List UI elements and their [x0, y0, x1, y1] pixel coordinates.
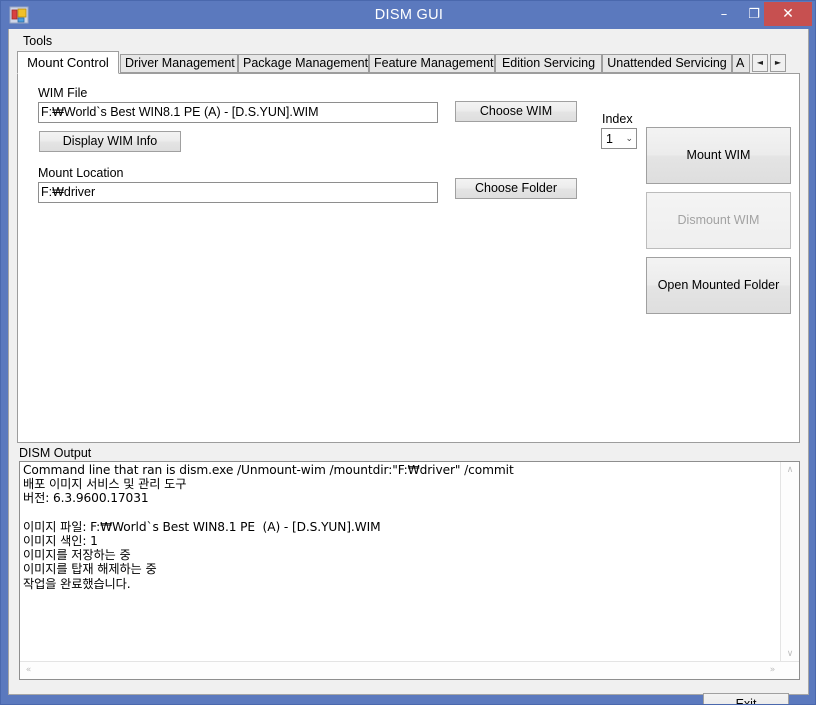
tab-edition-servicing[interactable]: Edition Servicing: [495, 54, 602, 73]
tab-package-management[interactable]: Package Management: [238, 54, 369, 73]
open-mounted-folder-button[interactable]: Open Mounted Folder: [646, 257, 791, 314]
chevron-right-icon: ►: [774, 58, 782, 67]
chevron-left-icon: ◄: [756, 58, 764, 67]
output-horizontal-scrollbar[interactable]: « »: [20, 661, 799, 679]
close-icon: ✕: [782, 6, 794, 22]
scroll-up-icon[interactable]: ∧: [781, 462, 799, 479]
tab-mount-control[interactable]: Mount Control: [17, 51, 119, 74]
mount-wim-button[interactable]: Mount WIM: [646, 127, 791, 184]
tab-scroll-left-button[interactable]: ◄: [752, 54, 768, 72]
tab-driver-management[interactable]: Driver Management: [120, 54, 238, 73]
dism-gui-window: DISM GUI – ❐ ✕ Tools Mount Control Drive…: [0, 0, 816, 705]
scroll-right-icon[interactable]: »: [764, 662, 781, 679]
minimize-icon: –: [720, 7, 728, 22]
index-select[interactable]: 1 ⌄: [601, 128, 637, 149]
choose-folder-button[interactable]: Choose Folder: [455, 178, 577, 199]
display-wim-info-button[interactable]: Display WIM Info: [39, 131, 181, 152]
tab-feature-management[interactable]: Feature Management: [369, 54, 495, 73]
close-button[interactable]: ✕: [764, 2, 812, 26]
menu-bar: Tools: [9, 29, 808, 51]
dism-output-label: DISM Output: [19, 446, 92, 460]
output-vertical-scrollbar[interactable]: ∧ ∨: [780, 462, 799, 663]
wim-file-input[interactable]: F:₩World`s Best WIN8.1 PE (A) - [D.S.YUN…: [38, 102, 438, 123]
index-selected-value: 1: [606, 132, 613, 146]
exit-button[interactable]: Exit: [703, 693, 789, 704]
tab-scroll-right-button[interactable]: ►: [770, 54, 786, 72]
tab-strip: Mount Control Driver Management Package …: [17, 51, 800, 74]
chevron-down-icon: ⌄: [625, 134, 633, 144]
dismount-wim-button[interactable]: Dismount WIM: [646, 192, 791, 249]
title-bar: DISM GUI – ❐ ✕: [1, 1, 815, 29]
minimize-button[interactable]: –: [709, 1, 739, 29]
window-title: DISM GUI: [374, 7, 444, 23]
menu-item-tools[interactable]: Tools: [17, 32, 58, 50]
mount-location-input[interactable]: F:₩driver: [38, 182, 438, 203]
scroll-left-icon[interactable]: «: [20, 662, 37, 679]
index-label: Index: [602, 112, 633, 126]
choose-wim-button[interactable]: Choose WIM: [455, 101, 577, 122]
tab-apply-clipped[interactable]: A: [732, 54, 750, 73]
mount-location-label: Mount Location: [38, 166, 124, 180]
dism-output-panel: Command line that ran is dism.exe /Unmou…: [19, 461, 800, 680]
dism-output-text[interactable]: Command line that ran is dism.exe /Unmou…: [23, 463, 773, 591]
tab-page-mount-control: WIM File F:₩World`s Best WIN8.1 PE (A) -…: [17, 73, 800, 443]
client-area: Tools Mount Control Driver Management Pa…: [8, 29, 809, 704]
tab-unattended-servicing[interactable]: Unattended Servicing: [602, 54, 732, 73]
wim-file-label: WIM File: [38, 86, 88, 100]
